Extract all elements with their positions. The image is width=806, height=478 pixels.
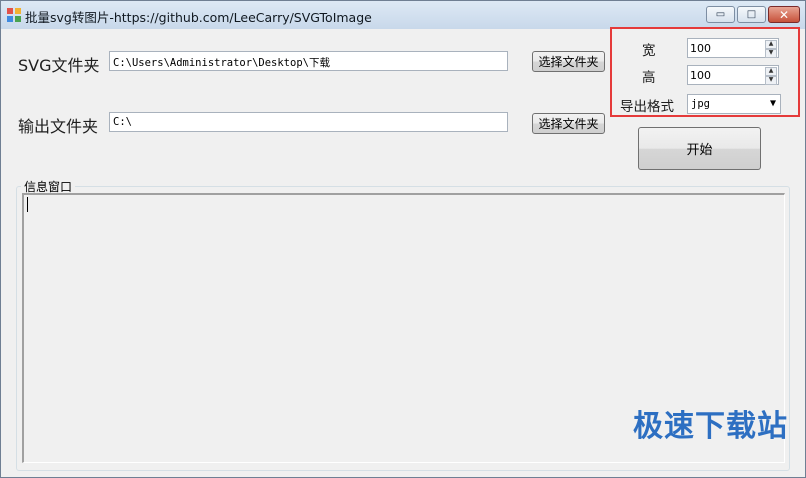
height-value: 100 <box>690 69 711 82</box>
window-title: 批量svg转图片-https://github.com/LeeCarry/SVG… <box>25 10 372 25</box>
height-label: 高 <box>642 70 656 86</box>
start-button[interactable]: 开始 <box>638 127 761 170</box>
height-down-icon[interactable]: ▼ <box>765 76 777 85</box>
maximize-button[interactable]: □ <box>737 6 766 23</box>
watermark: 极速下载站 <box>633 409 788 444</box>
minimize-icon: ▭ <box>715 9 726 20</box>
output-folder-input[interactable]: C:\ <box>109 112 508 132</box>
app-window: 批量svg转图片-https://github.com/LeeCarry/SVG… <box>0 0 806 478</box>
chevron-down-icon[interactable]: ▼ <box>770 98 776 109</box>
output-folder-browse-button[interactable]: 选择文件夹 <box>532 113 605 134</box>
svg-folder-input[interactable]: C:\Users\Administrator\Desktop\下载 <box>109 51 508 71</box>
width-spinner-arrows[interactable]: ▲ ▼ <box>765 40 777 58</box>
width-spinner[interactable]: 100 ▲ ▼ <box>687 38 779 58</box>
width-value: 100 <box>690 42 711 55</box>
close-icon: ✕ <box>778 7 790 22</box>
app-icon <box>7 8 21 22</box>
maximize-icon: □ <box>746 9 757 20</box>
format-label: 导出格式 <box>620 99 674 115</box>
text-caret <box>27 197 28 212</box>
start-button-label: 开始 <box>686 143 713 158</box>
output-folder-label: 输出文件夹 <box>18 117 99 136</box>
title-bar[interactable]: 批量svg转图片-https://github.com/LeeCarry/SVG… <box>1 1 805 29</box>
output-folder-browse-label: 选择文件夹 <box>538 117 599 131</box>
close-button[interactable]: ✕ <box>768 6 800 23</box>
format-select[interactable]: jpg ▼ <box>687 94 781 114</box>
svg-folder-label: SVG文件夹 <box>18 56 100 75</box>
format-value: jpg <box>691 98 710 110</box>
width-down-icon[interactable]: ▼ <box>765 49 777 58</box>
svg-folder-browse-label: 选择文件夹 <box>538 55 599 69</box>
height-spinner-arrows[interactable]: ▲ ▼ <box>765 67 777 85</box>
height-up-icon[interactable]: ▲ <box>765 67 777 76</box>
height-spinner[interactable]: 100 ▲ ▼ <box>687 65 779 85</box>
minimize-button[interactable]: ▭ <box>706 6 735 23</box>
width-label: 宽 <box>642 43 656 59</box>
svg-folder-browse-button[interactable]: 选择文件夹 <box>532 51 605 72</box>
width-up-icon[interactable]: ▲ <box>765 40 777 49</box>
